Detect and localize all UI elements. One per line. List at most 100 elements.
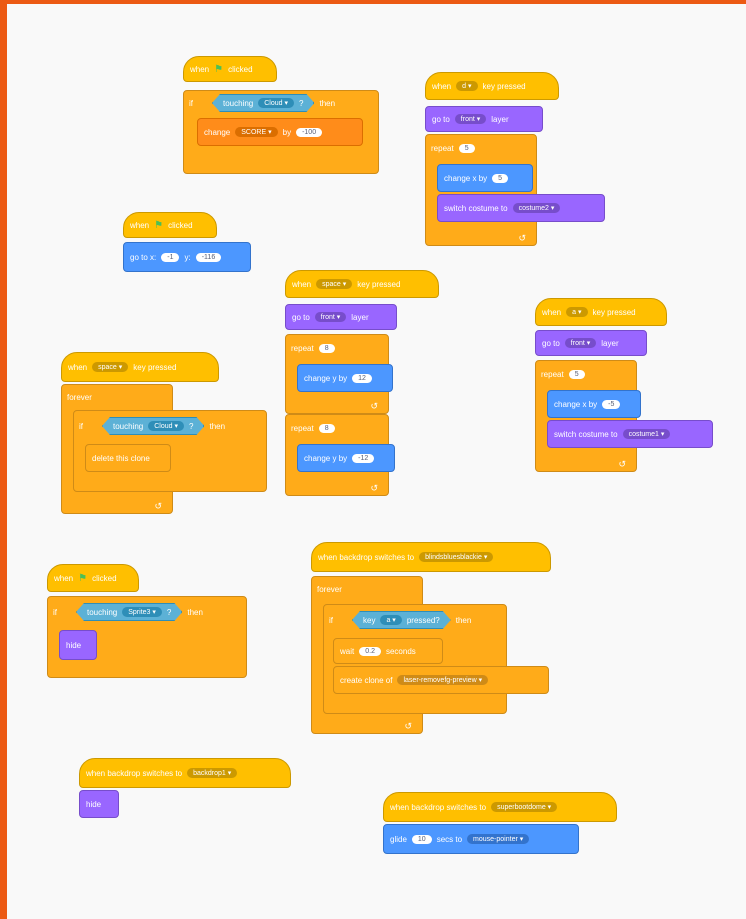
- when-flag-clicked-hat[interactable]: when ⚑ clicked: [123, 212, 217, 238]
- when-backdrop-label: when backdrop switches to: [86, 768, 183, 778]
- touching-target-dropdown[interactable]: Sprite3 ▾: [122, 607, 162, 617]
- clone-target-dropdown[interactable]: laser-removefg-preview ▾: [397, 675, 489, 685]
- when-label: when: [292, 279, 312, 289]
- key-dropdown[interactable]: space ▾: [316, 279, 353, 289]
- goto-xy-label: go to x:: [130, 252, 157, 262]
- glide-target-dropdown[interactable]: mouse-pointer ▾: [467, 834, 530, 844]
- key-pressed-sensor[interactable]: key a ▾ pressed?: [352, 611, 451, 629]
- if-header[interactable]: if touching Sprite3 ▾ ? then: [47, 598, 247, 626]
- switch-costume-block[interactable]: switch costume to costume1 ▾: [547, 420, 713, 448]
- when-backdrop-switches-hat[interactable]: when backdrop switches to backdrop1 ▾: [79, 758, 291, 788]
- key-pressed-label: key pressed: [482, 81, 526, 91]
- question-mark: ?: [189, 421, 194, 431]
- wait-seconds-input[interactable]: 0.2: [359, 646, 381, 656]
- change-y-block-2[interactable]: change y by -12: [297, 444, 395, 472]
- y-input[interactable]: -116: [195, 252, 222, 262]
- y-label: y:: [184, 252, 191, 262]
- layer-dropdown[interactable]: front ▾: [564, 338, 597, 348]
- x-input[interactable]: -1: [161, 252, 180, 262]
- key-pressed-label: key pressed: [357, 279, 401, 289]
- if-header[interactable]: if touching Cloud ▾ ? then: [183, 90, 379, 116]
- when-flag-clicked-hat[interactable]: when ⚑ clicked: [183, 56, 277, 82]
- when-backdrop-switches-hat[interactable]: when backdrop switches to superbootdome …: [383, 792, 617, 822]
- when-key-pressed-hat[interactable]: when space ▾ key pressed: [285, 270, 439, 298]
- touching-target-value: Cloud: [264, 100, 283, 107]
- repeat-header-1[interactable]: repeat 8: [285, 336, 365, 360]
- change-x-input[interactable]: 5: [492, 173, 509, 183]
- glide-block[interactable]: glide 10 secs to mouse-pointer ▾: [383, 824, 579, 854]
- switch-costume-block[interactable]: switch costume to costume2 ▾: [437, 194, 605, 222]
- variable-dropdown[interactable]: SCORE ▾: [235, 127, 278, 137]
- key-value: space: [322, 281, 341, 288]
- variable-value: SCORE: [241, 129, 267, 136]
- change-amount-input[interactable]: -100: [296, 127, 323, 137]
- clicked-label: clicked: [168, 220, 193, 230]
- hide-block[interactable]: hide: [59, 630, 97, 660]
- question-mark: ?: [299, 98, 304, 108]
- touching-target-dropdown[interactable]: Cloud ▾: [148, 421, 184, 431]
- delete-this-clone-block[interactable]: delete this clone: [85, 444, 171, 472]
- layer-value: front: [320, 314, 335, 321]
- repeat-count-input[interactable]: 8: [318, 423, 335, 433]
- if-label: if: [329, 615, 333, 625]
- glide-seconds-input[interactable]: 10: [411, 834, 432, 844]
- touching-sensor[interactable]: touching Cloud ▾ ?: [212, 94, 314, 112]
- key-dropdown[interactable]: a ▾: [380, 615, 401, 625]
- costume-dropdown[interactable]: costume1 ▾: [622, 429, 671, 439]
- delete-clone-label: delete this clone: [92, 453, 150, 463]
- change-x-input[interactable]: -5: [602, 399, 621, 409]
- touching-target-dropdown[interactable]: Cloud ▾: [258, 98, 294, 108]
- question-mark: ?: [166, 607, 172, 617]
- layer-label: layer: [491, 114, 509, 124]
- change-x-label: change x by: [554, 399, 598, 409]
- go-to-layer-block[interactable]: go to front ▾ layer: [285, 304, 397, 330]
- forever-header[interactable]: forever: [311, 578, 391, 600]
- change-y-input[interactable]: -12: [352, 453, 375, 463]
- key-pressed-label: key pressed: [592, 307, 636, 317]
- wait-block[interactable]: wait 0.2 seconds: [333, 638, 443, 664]
- clicked-label: clicked: [92, 573, 117, 583]
- if-header[interactable]: if key a ▾ pressed? then: [323, 606, 507, 634]
- change-y-block-1[interactable]: change y by 12: [297, 364, 393, 392]
- change-y-input[interactable]: 12: [352, 373, 372, 383]
- repeat-count-input[interactable]: 5: [568, 369, 585, 379]
- change-score-block[interactable]: change SCORE ▾ by -100: [197, 118, 363, 146]
- when-flag-clicked-hat[interactable]: when ⚑ clicked: [47, 564, 139, 592]
- change-x-block[interactable]: change x by 5: [437, 164, 533, 192]
- repeat-header[interactable]: repeat 5: [535, 362, 615, 386]
- scripts-area[interactable]: when ⚑ clicked if touching Cloud ▾ ? the…: [7, 4, 746, 919]
- change-y-label: change y by: [304, 453, 348, 463]
- repeat-count-input[interactable]: 8: [318, 343, 335, 353]
- backdrop-dropdown[interactable]: superbootdome ▾: [491, 802, 558, 812]
- repeat-header[interactable]: repeat 5: [425, 136, 515, 160]
- backdrop-dropdown[interactable]: backdrop1 ▾: [187, 768, 238, 778]
- costume-dropdown[interactable]: costume2 ▾: [512, 203, 561, 213]
- by-label: by: [282, 127, 292, 137]
- go-to-layer-block[interactable]: go to front ▾ layer: [425, 106, 543, 132]
- go-to-xy-block[interactable]: go to x: -1 y: -116: [123, 242, 251, 272]
- when-key-pressed-hat[interactable]: when space ▾ key pressed: [61, 352, 219, 382]
- when-key-pressed-hat[interactable]: when d ▾ key pressed: [425, 72, 559, 100]
- layer-dropdown[interactable]: front ▾: [454, 114, 487, 124]
- backdrop-dropdown[interactable]: blindsbluesblackie ▾: [419, 552, 494, 562]
- touching-label: touching: [223, 98, 254, 108]
- touching-sensor[interactable]: touching Cloud ▾ ?: [102, 417, 204, 435]
- layer-dropdown[interactable]: front ▾: [314, 312, 347, 322]
- hide-block[interactable]: hide: [79, 790, 119, 818]
- touching-sensor[interactable]: touching Sprite3 ▾ ?: [76, 603, 182, 621]
- if-header[interactable]: if touching Cloud ▾ ? then: [73, 412, 267, 440]
- when-backdrop-label: when backdrop switches to: [390, 802, 487, 812]
- key-dropdown[interactable]: d ▾: [456, 81, 478, 91]
- forever-header[interactable]: forever: [61, 386, 151, 408]
- key-dropdown[interactable]: a ▾: [566, 307, 588, 317]
- when-backdrop-switches-hat[interactable]: when backdrop switches to blindsbluesbla…: [311, 542, 551, 572]
- key-dropdown[interactable]: space ▾: [92, 362, 129, 372]
- when-key-pressed-hat[interactable]: when a ▾ key pressed: [535, 298, 667, 326]
- repeat-header-2[interactable]: repeat 8: [285, 416, 365, 440]
- hide-label: hide: [66, 640, 82, 650]
- costume-value: costume2: [518, 205, 549, 212]
- repeat-count-input[interactable]: 5: [458, 143, 475, 153]
- change-x-block[interactable]: change x by -5: [547, 390, 641, 418]
- create-clone-block[interactable]: create clone of laser-removefg-preview ▾: [333, 666, 549, 694]
- go-to-layer-block[interactable]: go to front ▾ layer: [535, 330, 647, 356]
